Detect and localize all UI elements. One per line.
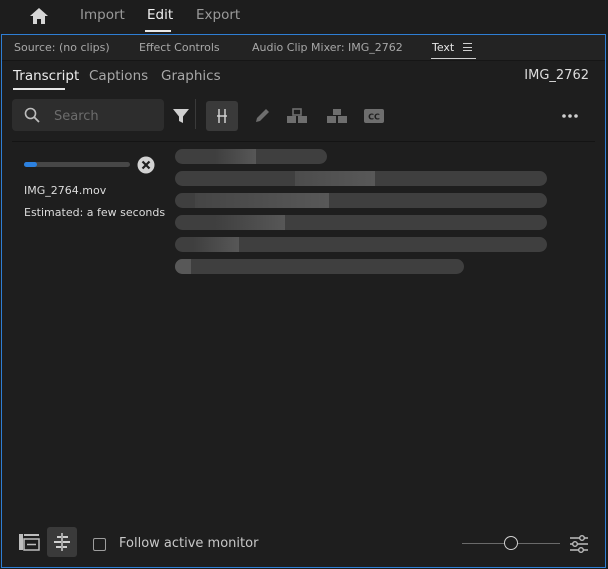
active-subtab-indicator bbox=[13, 88, 65, 90]
split-segments-icon[interactable] bbox=[321, 101, 353, 131]
paragraph-view-icon[interactable] bbox=[47, 527, 77, 557]
more-options-icon[interactable] bbox=[554, 101, 586, 131]
panel-footer: Follow active monitor bbox=[2, 522, 605, 567]
panel-menu-icon[interactable] bbox=[463, 43, 472, 51]
cancel-transcription-icon[interactable] bbox=[137, 156, 155, 174]
closed-captions-icon[interactable]: CC bbox=[358, 101, 390, 131]
panel-tab-source[interactable]: Source: (no clips) bbox=[14, 41, 110, 54]
transcription-estimate: Estimated: a few seconds bbox=[24, 206, 166, 219]
toolbar-divider bbox=[195, 99, 196, 129]
active-panel-tab-indicator bbox=[431, 58, 476, 59]
search-box[interactable] bbox=[12, 99, 164, 131]
panel-tab-effect-controls[interactable]: Effect Controls bbox=[139, 41, 220, 54]
follow-monitor-checkbox[interactable] bbox=[93, 538, 106, 551]
tab-captions[interactable]: Captions bbox=[89, 68, 148, 84]
transcript-placeholder-line bbox=[175, 259, 464, 274]
split-segment-icon[interactable] bbox=[206, 101, 238, 131]
transcription-progress-bar bbox=[24, 162, 130, 167]
tab-transcript[interactable]: Transcript bbox=[13, 68, 79, 84]
transcript-placeholder-line bbox=[175, 149, 327, 164]
filter-icon[interactable] bbox=[165, 101, 197, 131]
workspace-tab-import[interactable]: Import bbox=[80, 7, 125, 23]
svg-text:CC: CC bbox=[368, 113, 380, 122]
active-workspace-indicator bbox=[145, 30, 171, 32]
clip-name: IMG_2762 bbox=[524, 68, 589, 83]
transcript-placeholder-line bbox=[175, 215, 547, 230]
transcript-placeholder-line bbox=[175, 193, 547, 208]
workspace-tab-export[interactable]: Export bbox=[196, 7, 240, 23]
panel-tab-audio-clip-mixer[interactable]: Audio Clip Mixer: IMG_2762 bbox=[252, 41, 403, 54]
home-icon[interactable] bbox=[28, 6, 50, 26]
zoom-slider-thumb[interactable] bbox=[504, 536, 518, 550]
pencil-icon[interactable] bbox=[246, 101, 278, 131]
search-input[interactable] bbox=[52, 105, 161, 127]
text-subtab-bar: Transcript Captions Graphics IMG_2762 bbox=[2, 60, 605, 91]
workspace-tab-edit[interactable]: Edit bbox=[147, 7, 173, 23]
panel-tab-text[interactable]: Text bbox=[432, 41, 454, 54]
workspace-bar: Import Edit Export bbox=[0, 0, 608, 33]
transcript-view-icon[interactable] bbox=[14, 527, 44, 557]
follow-monitor-label[interactable]: Follow active monitor bbox=[119, 536, 258, 551]
transcript-placeholder-line bbox=[175, 171, 547, 186]
transcription-progress-fill bbox=[24, 162, 37, 167]
transcription-file-name: IMG_2764.mov bbox=[24, 184, 107, 197]
display-settings-icon[interactable] bbox=[569, 534, 589, 554]
transcript-placeholder-line bbox=[175, 237, 547, 252]
transcript-toolbar: CC bbox=[2, 93, 605, 142]
panel-tab-bar: Source: (no clips) Effect Controls Audio… bbox=[2, 35, 605, 61]
search-icon bbox=[24, 107, 40, 123]
tab-graphics[interactable]: Graphics bbox=[161, 68, 221, 84]
toolbar-separator bbox=[12, 141, 595, 142]
text-panel: Source: (no clips) Effect Controls Audio… bbox=[1, 34, 606, 568]
merge-segments-icon[interactable] bbox=[281, 101, 313, 131]
